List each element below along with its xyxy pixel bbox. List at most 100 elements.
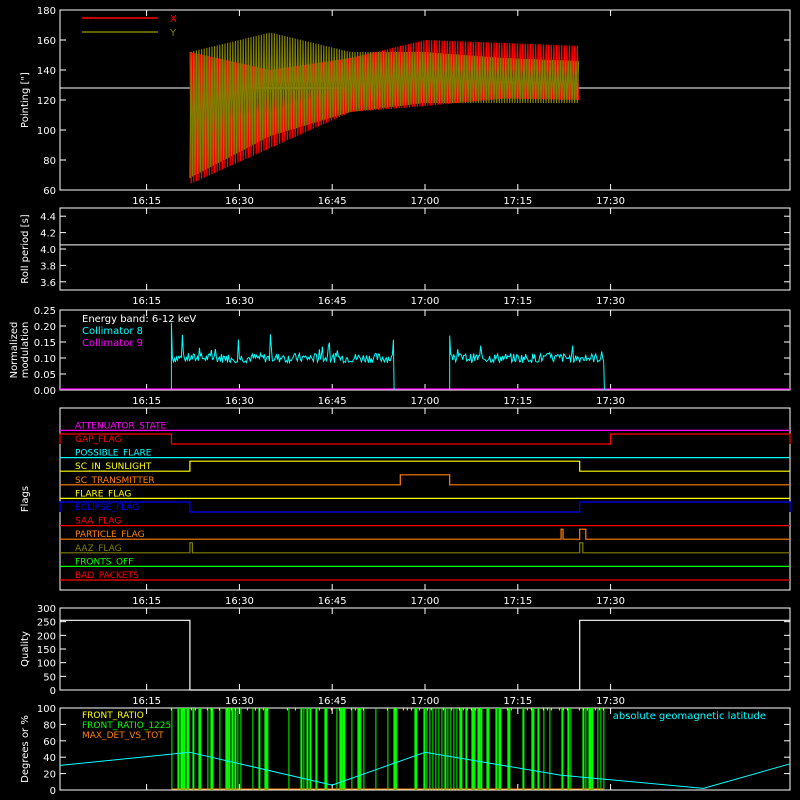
ratios-bar (459, 708, 463, 790)
quality-xtick-label: 17:00 (411, 696, 440, 707)
ratios-bar (414, 708, 418, 790)
flag-line-eclipse-flag (59, 501, 791, 513)
ratios-bar (495, 708, 498, 790)
modulation-legend-1: Collimator 8 (82, 326, 143, 337)
ratios-bar (336, 708, 338, 790)
ratios-bar (360, 708, 362, 790)
quality-ytick-label: 50 (43, 672, 56, 683)
roll-xtick-label: 16:15 (132, 296, 161, 307)
ratios-bar (474, 708, 476, 790)
modulation-ylabel-line1: Normalized (9, 322, 20, 379)
quality-xtick-label: 17:30 (596, 696, 625, 707)
modulation-ytick-label: 0.25 (34, 306, 56, 317)
modulation-collimator8-segment (449, 335, 605, 391)
ratios-bar (543, 708, 545, 790)
quality-line (60, 619, 790, 691)
ratios-bar (522, 708, 525, 790)
ratios-bar (597, 708, 599, 790)
roll-ylabel: Roll period [s] (20, 214, 31, 283)
ratios-bar (387, 708, 389, 790)
ratios-bar (549, 708, 551, 790)
ratios-bar (315, 708, 318, 790)
ratios-bar (441, 708, 443, 790)
ratios-bar (357, 708, 361, 790)
modulation-xtick-label: 17:30 (596, 396, 625, 407)
ratios-bar (363, 708, 365, 790)
ratios-bar (486, 708, 490, 790)
flag-label-fronts-off: FRONTS_OFF (75, 557, 133, 567)
roll-ytick-label: 3.8 (40, 261, 56, 272)
roll-xtick-label: 17:00 (411, 296, 440, 307)
quality-ytick-label: 100 (37, 659, 56, 670)
ratios-bar (210, 708, 214, 790)
pointing-xtick-label: 17:00 (411, 196, 440, 207)
quicklook-plot: Pointing ["] 60 80 100 120 140 160 180 XY 16:15 16… (9, 6, 791, 797)
ratios-bar (453, 708, 455, 790)
ratios-ytick-label: 80 (43, 720, 56, 731)
quality-ytick-label: 150 (37, 645, 56, 656)
ratios-bar (396, 708, 398, 790)
quality-xtick-label: 16:30 (225, 696, 254, 707)
ratios-bar (234, 708, 237, 790)
roll-ytick-label: 4.4 (40, 212, 56, 223)
pointing-xtick-label: 16:45 (318, 196, 347, 207)
flag-line-aaz-flag (60, 542, 790, 554)
ratios-bar (435, 708, 437, 790)
ratios-bar (198, 708, 202, 790)
ratios-ylabel: Degrees or % (20, 715, 31, 783)
ratios-ytick-label: 60 (43, 737, 56, 748)
flag-label-possible-flare: POSSIBLE_FLARE (75, 449, 152, 459)
quality-ytick-label: 250 (37, 618, 56, 629)
ratios-bar (225, 708, 229, 790)
ratios-bar (531, 708, 535, 790)
modulation-xtick-label: 17:00 (411, 396, 440, 407)
ratios-bar (258, 708, 261, 790)
pointing-ylabel: Pointing ["] (20, 72, 31, 128)
ratios-bar (603, 708, 605, 790)
pointing-ytick-label: 180 (37, 6, 56, 17)
modulation-xtick-label: 17:15 (503, 396, 532, 407)
pointing-xtick-label: 16:30 (225, 196, 254, 207)
roll-xtick-label: 16:30 (225, 296, 254, 307)
ratios-bar (561, 708, 564, 790)
ratios-bar (183, 708, 186, 790)
ratios-bar (177, 708, 180, 790)
ratios-bar (342, 708, 346, 790)
flag-label-eclipse-flag: ECLIPSE_FLAG (75, 503, 139, 513)
flags-xtick-label: 16:15 (132, 596, 161, 607)
flag-label-aaz-flag: AAZ_FLAG (75, 544, 122, 554)
flag-label-bad-packets: BAD_PACKETS (75, 571, 139, 581)
ratios-bar (465, 708, 468, 790)
ratios-bar (375, 708, 377, 790)
ratios-bars-group (171, 708, 605, 790)
ratios-bar (537, 708, 540, 790)
ratios-bar (426, 708, 428, 790)
ratios-ytick-label: 0 (50, 786, 56, 797)
ratios-bar (267, 708, 269, 790)
ratios-bar (498, 708, 502, 790)
ratios-ytick-label: 20 (43, 770, 56, 781)
pointing-ytick-label: 120 (37, 96, 56, 107)
ratios-bar (324, 708, 328, 790)
pointing-legend-x: X (170, 14, 177, 25)
modulation-collimator8-segment (170, 322, 395, 391)
ratios-bar (339, 708, 343, 790)
flags-xtick-label: 16:45 (318, 596, 347, 607)
modulation-ytick-label: 0.05 (34, 370, 56, 381)
modulation-xtick-label: 16:45 (318, 396, 347, 407)
ratios-bar (237, 708, 239, 790)
pointing-xtick-label: 17:30 (596, 196, 625, 207)
ratios-bar (477, 708, 481, 790)
ratios-bar (171, 708, 173, 790)
quality-xtick-label: 17:15 (503, 696, 532, 707)
ratios-bar (180, 708, 184, 790)
flags-xtick-label: 17:00 (411, 596, 440, 607)
modulation-legend-0: Energy band: 6-12 keV (82, 314, 196, 325)
ratios-bar (207, 708, 209, 790)
ratios-bar (303, 708, 305, 790)
ratios-bar (231, 708, 234, 790)
flags-xtick-label: 16:30 (225, 596, 254, 607)
quality-ylabel: Quality (20, 631, 31, 667)
flag-line-sc-in-sunlight (60, 460, 790, 472)
ratios-bar (228, 708, 231, 790)
